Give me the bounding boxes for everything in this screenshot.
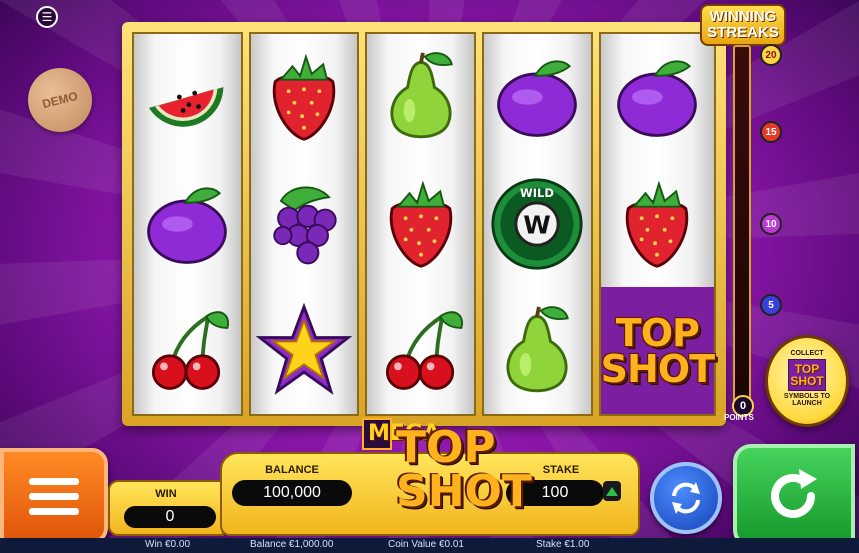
collect-line1: COLLECT [790,350,824,357]
collect-mini-shot: SHOT [790,374,824,388]
paytable-icon[interactable]: ☰ [36,6,58,28]
winning-streaks-logo: WINNING STREAKS [700,4,786,46]
symbol-cherries [134,287,241,414]
top-shot-bottom: SHOT [600,346,715,391]
collect-line3: LAUNCH [792,400,822,407]
collect-mini-topshot: TOP SHOT [788,359,826,391]
symbol-pear [484,287,591,414]
status-balance: Balance €1,000.00 [250,539,334,550]
symbol-plum [484,34,591,161]
menu-bar-icon [29,477,79,485]
symbol-watermelon [134,34,241,161]
symbol-pear [367,34,474,161]
symbol-strawberry [367,161,474,288]
collect-line2: SYMBOLS TO [783,393,831,400]
logo-top: TOP [396,422,496,473]
wild-text: WILD [520,186,554,200]
logo-shot: SHOT [396,466,532,517]
menu-bar-icon [29,507,79,515]
balance-value: 100,000 [232,480,352,506]
streaks-logo-line2: STREAKS [707,24,779,41]
streak-tick-20: 20 [760,44,782,66]
autoplay-icon [672,482,700,514]
reel-2 [248,32,360,416]
points-label: POINTS [724,413,754,422]
symbol-strawberry [251,34,358,161]
reel-frame: W WILD TOP SHOT [122,22,726,426]
streak-tick-15: 15 [760,121,782,143]
spin-button[interactable] [733,444,855,548]
symbol-plum [601,34,714,161]
reel-3 [365,32,476,416]
status-bar: Win €0.00 Balance €1,000.00 Coin Value €… [0,538,859,553]
symbol-grapes [251,161,358,288]
reel-5: TOP SHOT [598,32,717,416]
reels-area[interactable]: W WILD TOP SHOT [132,32,717,416]
reel-1 [132,32,243,416]
logo-mega: MEGA [362,418,440,450]
streak-meter [733,45,751,407]
mega-top-shot-logo: MEGA TOP SHOT [356,418,532,530]
top-shot-symbol: TOP SHOT [600,310,715,391]
symbol-cherries [367,287,474,414]
symbol-strawberry [601,161,714,288]
status-stake: Stake €1.00 [536,539,590,550]
symbol-star [251,287,358,414]
reel-4: W WILD [481,32,593,416]
symbol-top-shot: TOP SHOT [600,287,715,415]
wild-letter: W [524,211,552,240]
menu-bar-icon [29,492,79,500]
win-panel: WIN 0 [108,480,224,536]
streaks-logo-line1: WINNING [709,8,777,25]
spin-icon [771,469,817,518]
autoplay-button[interactable] [650,462,722,534]
symbol-wild: W WILD [484,161,591,288]
balance-label: BALANCE [265,464,319,476]
status-coin-value: Coin Value €0.01 [388,539,464,550]
arrow-up-icon [606,486,618,496]
collect-badge: COLLECT TOP SHOT SYMBOLS TO LAUNCH [765,335,849,427]
menu-button[interactable] [0,448,108,544]
streak-tick-5: 5 [760,294,782,316]
symbol-plum [134,161,241,288]
win-value: 0 [124,506,216,528]
win-label: WIN [155,488,177,500]
stake-up-button[interactable] [603,481,621,501]
top-shot-top: TOP [615,310,700,355]
streak-tick-10: 10 [760,213,782,235]
status-win: Win €0.00 [145,539,191,550]
